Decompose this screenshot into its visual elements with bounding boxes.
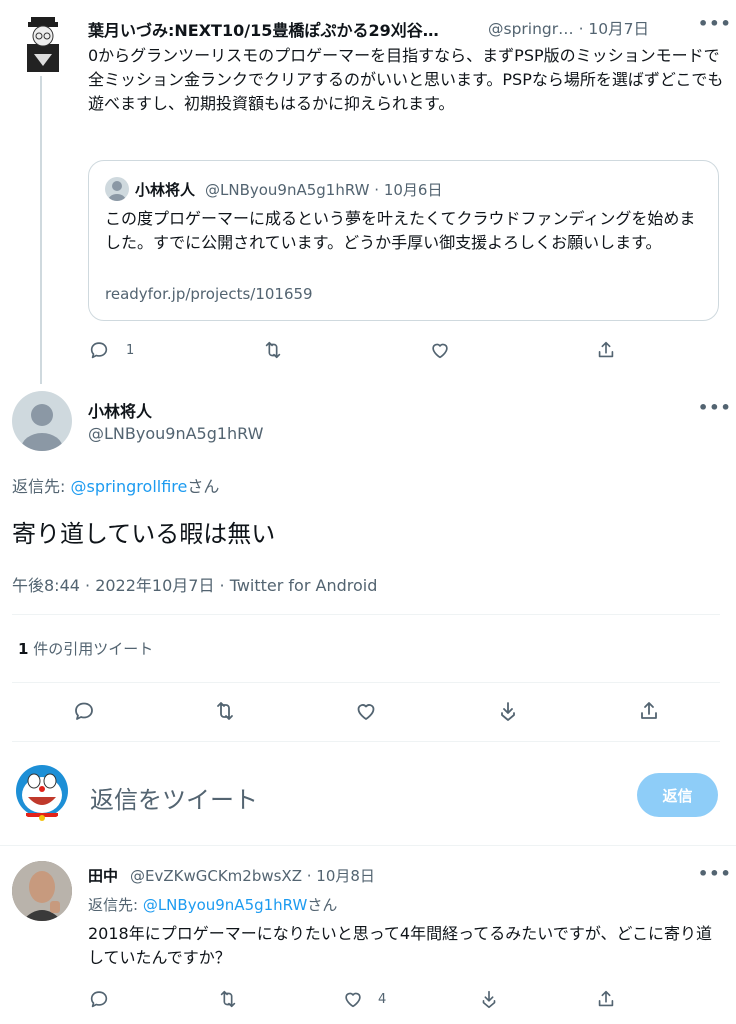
reply-handle-date[interactable]: @EvZKwGCKm2bwsXZ · 10月8日 xyxy=(130,865,375,886)
main-author-name[interactable]: 小林将人 xyxy=(88,398,152,422)
retweet-icon xyxy=(220,990,236,1008)
like-action[interactable] xyxy=(354,699,378,723)
avatar-izumi[interactable] xyxy=(22,14,64,72)
reply-input[interactable]: 返信をツイート xyxy=(90,780,258,815)
retweet-action[interactable] xyxy=(217,988,239,1010)
reply-action[interactable]: 1 xyxy=(88,339,134,361)
share-icon xyxy=(598,990,614,1007)
quote-handle-date: @LNByou9nA5g1hRW · 10月6日 xyxy=(205,181,443,199)
main-author-handle[interactable]: @LNByou9nA5g1hRW xyxy=(88,424,263,443)
share-icon xyxy=(598,341,614,358)
reply-count: 1 xyxy=(126,342,135,358)
reply-to-line: 返信先: @LNByou9nA5g1hRWさん xyxy=(88,896,338,914)
reply-button[interactable]: 返信 xyxy=(637,773,718,817)
reply-icon xyxy=(75,702,93,720)
thread-line xyxy=(40,76,42,384)
divider xyxy=(12,682,720,683)
tweet-text: 0からグランツーリスモのプロゲーマーを目指すなら、まずPSP版のミッションモード… xyxy=(88,46,724,113)
quote-text: この度プロゲーマーに成るという夢を叶えたくてクラウドファンディングを始めました。… xyxy=(105,209,696,252)
divider xyxy=(12,741,720,742)
share-action[interactable] xyxy=(595,988,617,1010)
share-action[interactable] xyxy=(595,339,617,361)
share-action[interactable] xyxy=(637,699,661,723)
like-action[interactable] xyxy=(429,339,451,361)
author-name[interactable]: 葉月いづみ:NEXT10/15豊橋ぽぷかる29刈谷… xyxy=(88,17,439,41)
quote-tweets-count[interactable]: 1 件の引用ツイート xyxy=(18,638,153,659)
tweet-meta[interactable]: 午後8:44 · 2022年10月7日 · Twitter for Androi… xyxy=(12,572,377,596)
reply-to-line: 返信先: @springrollfireさん xyxy=(12,477,220,496)
bookmark-action[interactable] xyxy=(496,699,520,723)
like-icon xyxy=(357,704,375,720)
more-horizontal-icon[interactable]: ••• xyxy=(698,864,732,883)
like-icon xyxy=(345,992,361,1008)
more-horizontal-icon[interactable]: ••• xyxy=(698,14,732,33)
retweet-action[interactable] xyxy=(213,699,237,723)
divider xyxy=(12,614,720,615)
reply-to-mention[interactable]: @springrollfire xyxy=(70,477,187,496)
avatar-tanaka[interactable] xyxy=(12,861,72,921)
reply-icon xyxy=(90,991,108,1008)
reply-text: 2018年にプロゲーマーになりたいと思って4年間経ってるみたいですが、どこに寄り… xyxy=(88,924,713,967)
like-action[interactable]: 4 xyxy=(342,988,386,1010)
avatar-default-small xyxy=(105,177,129,201)
more-horizontal-icon[interactable]: ••• xyxy=(698,398,732,417)
avatar-current-user[interactable] xyxy=(14,763,70,821)
quote-link[interactable]: readyfor.jp/projects/101659 xyxy=(105,285,313,303)
bookmark-action[interactable] xyxy=(478,988,500,1010)
reply-action[interactable] xyxy=(72,699,96,723)
like-count: 4 xyxy=(378,991,387,1007)
author-handle-date[interactable]: @springr… · 10月7日 xyxy=(488,17,649,39)
like-icon xyxy=(432,343,448,359)
bookmark-icon xyxy=(482,990,496,1009)
quoted-tweet-card[interactable]: 小林将人 @LNByou9nA5g1hRW · 10月6日 この度プロゲーマーに… xyxy=(88,160,719,321)
quote-author-name: 小林将人 xyxy=(135,181,196,199)
reply-action[interactable] xyxy=(88,988,110,1010)
share-icon xyxy=(641,702,657,719)
reply-icon xyxy=(90,342,108,359)
retweet-icon xyxy=(265,341,281,359)
retweet-action[interactable] xyxy=(262,339,284,361)
bookmark-icon xyxy=(501,702,515,721)
reply-author-name[interactable]: 田中 xyxy=(88,865,118,886)
divider xyxy=(0,845,736,846)
reply-to-mention[interactable]: @LNByou9nA5g1hRW xyxy=(143,896,308,914)
main-tweet-text: 寄り道している暇は無い xyxy=(12,520,276,548)
avatar-kobayashi[interactable] xyxy=(12,391,72,451)
retweet-icon xyxy=(217,702,233,720)
